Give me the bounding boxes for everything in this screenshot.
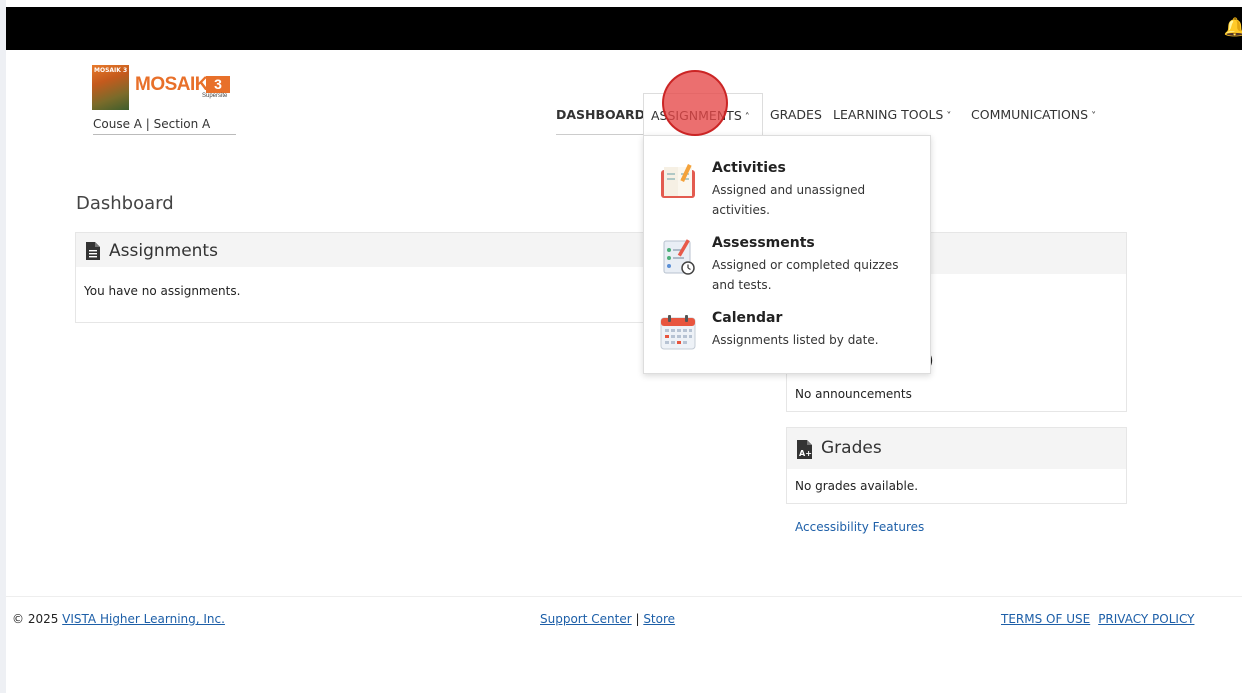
- menu-item-title: Calendar: [712, 310, 783, 326]
- footer-divider: [6, 596, 1242, 597]
- announcements-empty-message: No announcements: [795, 387, 912, 401]
- grades-panel: A+ Grades No grades available.: [786, 427, 1127, 504]
- top-bar: 🔔: [6, 7, 1242, 50]
- menu-item-title: Activities: [712, 160, 786, 176]
- chevron-down-icon: ˅: [946, 111, 952, 122]
- assignments-panel: Assignments You have no assignments.: [75, 232, 655, 323]
- nav-dashboard[interactable]: DASHBOARD: [556, 107, 646, 135]
- nav-communications-label: COMMUNICATIONS: [971, 107, 1089, 122]
- activities-book-icon: [661, 164, 695, 198]
- support-center-link[interactable]: Support Center: [540, 612, 632, 626]
- assignments-panel-title: Assignments: [109, 241, 218, 261]
- click-indicator: [662, 70, 728, 136]
- grades-empty-message: No grades available.: [795, 479, 919, 493]
- nav-learning-tools[interactable]: LEARNING TOOLS ˅: [833, 107, 951, 122]
- grades-panel-title: Grades: [821, 438, 882, 458]
- footer-separator: |: [631, 612, 644, 626]
- assignments-dropdown-menu: Activities Assigned and unassigned activ…: [643, 135, 931, 374]
- assignments-panel-header: Assignments: [76, 233, 654, 267]
- chevron-down-icon: ˅: [1091, 111, 1097, 122]
- copyright-prefix: © 2025: [12, 612, 63, 626]
- page-title: Dashboard: [76, 193, 174, 214]
- svg-text:A+: A+: [799, 449, 812, 458]
- course-logo[interactable]: MOSAIK 3 MOSAIK 3 Supersite: [92, 65, 237, 111]
- company-link[interactable]: VISTA Higher Learning, Inc.: [62, 612, 225, 626]
- course-section-selector[interactable]: Couse A | Section A: [93, 117, 236, 135]
- nav-grades[interactable]: GRADES: [770, 107, 822, 122]
- nav-communications[interactable]: COMMUNICATIONS ˅: [971, 107, 1096, 122]
- support-links: Support Center | Store: [540, 612, 675, 626]
- copyright: © 2025 VISTA Higher Learning, Inc.: [12, 612, 225, 626]
- left-edge-strip: [0, 0, 6, 693]
- accessibility-features-link[interactable]: Accessibility Features: [795, 520, 924, 534]
- grades-panel-header: A+ Grades: [787, 428, 1126, 469]
- calendar-icon: [660, 315, 696, 350]
- terms-of-use-link[interactable]: TERMS OF USE: [1001, 612, 1090, 626]
- legal-links: TERMS OF USE PRIVACY POLICY: [1001, 612, 1202, 626]
- menu-item-description: Assigned or completed quizzes and tests.: [712, 258, 899, 292]
- assignments-empty-message: You have no assignments.: [84, 284, 241, 298]
- privacy-policy-link[interactable]: PRIVACY POLICY: [1098, 612, 1194, 626]
- assessments-checklist-icon: [663, 239, 695, 275]
- notification-bell-icon[interactable]: 🔔: [1224, 17, 1242, 38]
- menu-item-description: Assigned and unassigned activities.: [712, 183, 866, 217]
- nav-learning-tools-label: LEARNING TOOLS: [833, 107, 944, 122]
- menu-item-description: Assignments listed by date.: [712, 333, 879, 347]
- document-icon: [86, 242, 100, 260]
- brand-sub: Supersite: [202, 93, 228, 99]
- menu-item-title: Assessments: [712, 235, 815, 251]
- grades-document-icon: A+: [797, 440, 812, 459]
- book-cover-image: MOSAIK 3: [92, 65, 129, 110]
- brand-name: MOSAIK: [135, 74, 209, 95]
- store-link[interactable]: Store: [643, 612, 675, 626]
- brand-number: 3: [206, 76, 230, 93]
- chevron-up-icon: ˄: [744, 112, 750, 123]
